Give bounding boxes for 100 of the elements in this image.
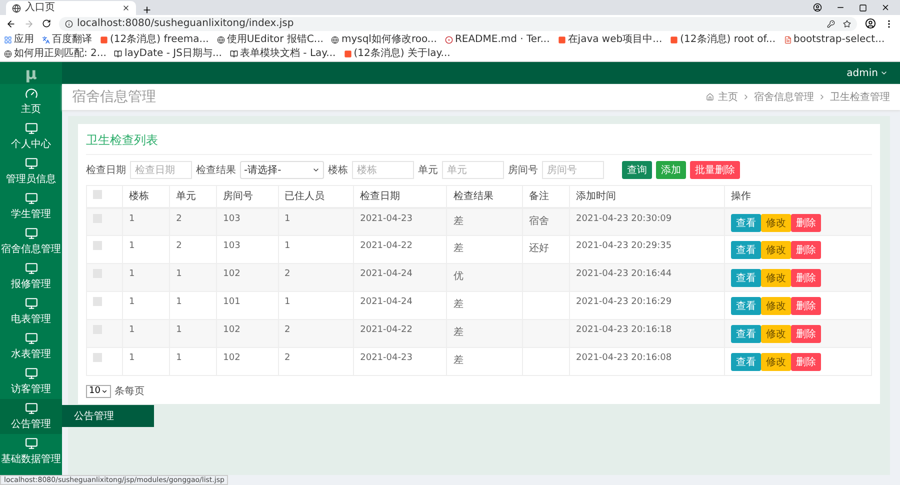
bookmark[interactable]: 使用UEditor 报错C... xyxy=(216,33,324,46)
select-field[interactable]: -请选择- xyxy=(240,161,324,179)
add-button[interactable]: 添加 xyxy=(656,161,686,179)
table-cell: 1 xyxy=(284,297,290,307)
input-field[interactable]: 房间号 xyxy=(542,161,604,179)
checkbox[interactable] xyxy=(93,353,102,362)
delete-button[interactable]: 删除 xyxy=(790,325,821,343)
bookmark[interactable]: 表单模块文档 - Lay... xyxy=(230,47,336,60)
bookmark[interactable]: layDate - JS日期与... xyxy=(114,47,222,60)
bookmark-icon xyxy=(100,36,108,44)
column-header: 检查结果 xyxy=(453,191,494,202)
delete-button[interactable]: 删除 xyxy=(790,214,821,232)
table-cell: 差 xyxy=(453,327,464,338)
delete-button[interactable]: 删除 xyxy=(790,241,821,259)
sidebar-item[interactable]: 访客管理 xyxy=(0,364,62,399)
filter-label: 楼栋 xyxy=(328,164,348,177)
delete-button[interactable]: 批量删除 xyxy=(690,161,740,179)
search-button[interactable]: 查询 xyxy=(622,161,652,179)
checkbox[interactable] xyxy=(93,190,102,200)
delete-button[interactable]: 删除 xyxy=(790,297,821,315)
bookmark[interactable]: 百度翻译 xyxy=(42,33,92,46)
bookmark[interactable]: 在java web项目中... xyxy=(558,33,662,46)
table-cell: 2021-04-23 xyxy=(360,214,412,224)
delete-button[interactable]: 删除 xyxy=(790,269,821,287)
table-cell: 2 xyxy=(284,353,290,363)
delete-button[interactable]: 删除 xyxy=(790,353,821,371)
bookmark[interactable]: mysql如何修改roo... xyxy=(331,33,437,46)
breadcrumb-item[interactable]: 宿舍信息管理 xyxy=(754,90,814,104)
page-size-select[interactable]: 10 xyxy=(86,384,112,398)
sidebar-item[interactable]: 报修管理 xyxy=(0,259,62,294)
table-cell: 差 xyxy=(453,243,464,254)
bookmark[interactable]: 应用 xyxy=(4,33,34,46)
edit-button[interactable]: 修改 xyxy=(760,353,791,371)
bookmark[interactable]: (12条消息) root of... xyxy=(670,33,776,46)
star-icon[interactable] xyxy=(843,20,851,28)
sidebar-item[interactable]: 学生管理 xyxy=(0,189,62,224)
user-menu[interactable]: admin xyxy=(846,68,888,78)
sidebar-item[interactable]: 宿舍信息管理 xyxy=(0,224,62,259)
back-icon[interactable] xyxy=(6,18,16,28)
view-button[interactable]: 查看 xyxy=(730,241,761,259)
table-cell: 101 xyxy=(223,297,240,307)
logo: μ xyxy=(0,62,62,84)
bookmark[interactable]: bootstrap-select... xyxy=(784,33,885,46)
table-cell: 1 xyxy=(129,241,135,251)
chevron-icon xyxy=(742,93,750,101)
sidebar-item[interactable]: 基础数据管理 xyxy=(0,434,62,469)
new-tab-icon[interactable] xyxy=(142,5,152,15)
reload-icon[interactable] xyxy=(42,19,51,28)
input-field[interactable]: 单元 xyxy=(442,161,504,179)
close-icon[interactable] xyxy=(122,4,130,12)
monitor-icon xyxy=(24,227,38,240)
view-button[interactable]: 查看 xyxy=(730,297,761,315)
table-cell: 103 xyxy=(223,214,240,224)
sidebar-item[interactable]: 水表管理 xyxy=(0,329,62,364)
bookmark[interactable]: 如何用正则匹配: 2... xyxy=(4,47,106,60)
profile-icon[interactable] xyxy=(813,3,822,12)
close-icon[interactable] xyxy=(881,3,890,12)
table-cell: 还好 xyxy=(528,243,549,254)
info-icon xyxy=(65,20,73,28)
sidebar-flyout[interactable]: 公告管理 xyxy=(62,405,154,427)
bookmark-icon xyxy=(558,36,566,44)
profile-icon[interactable] xyxy=(865,18,876,29)
sidebar-item[interactable]: 管理员信息 xyxy=(0,154,62,189)
view-button[interactable]: 查看 xyxy=(730,325,761,343)
table-cell: 1 xyxy=(176,269,182,279)
checkbox[interactable] xyxy=(93,241,102,250)
breadcrumb-item[interactable]: 主页 xyxy=(718,90,738,104)
view-button[interactable]: 查看 xyxy=(730,353,761,371)
globe-icon xyxy=(331,36,340,44)
table-cell: 1 xyxy=(284,241,290,251)
table-cell: 2021-04-22 xyxy=(360,241,412,251)
bookmark[interactable]: (12条消息) freema... xyxy=(100,33,209,46)
table-cell: 1 xyxy=(129,297,135,307)
input-field[interactable]: 楼栋 xyxy=(352,161,414,179)
document-icon xyxy=(784,36,792,44)
bookmark[interactable]: (12条消息) 关于lay... xyxy=(344,47,450,60)
sidebar-item[interactable]: 公告管理 xyxy=(0,399,62,434)
edit-button[interactable]: 修改 xyxy=(760,214,791,232)
table-cell: 2021-04-23 xyxy=(360,353,412,363)
table-cell: 2021-04-23 20:16:44 xyxy=(576,269,672,279)
maximize-icon[interactable] xyxy=(859,4,867,12)
address-field[interactable]: localhost:8080/susheguanlixitong/index.jsp xyxy=(59,16,857,30)
bookmark[interactable]: README.md · Ter... xyxy=(444,33,550,46)
table-cell: 2021-04-24 xyxy=(360,269,412,279)
key-icon[interactable] xyxy=(827,20,835,28)
table-cell: 1 xyxy=(284,214,290,224)
breadcrumb-item[interactable]: 卫生检查管理 xyxy=(830,90,890,104)
input-field[interactable]: 检查日期 xyxy=(130,161,192,179)
view-button[interactable]: 查看 xyxy=(730,269,761,287)
table-cell: 2021-04-24 xyxy=(360,297,412,307)
sidebar-item[interactable]: 电表管理 xyxy=(0,294,62,329)
browser-tab[interactable]: 入口页 xyxy=(6,1,136,15)
edit-button[interactable]: 修改 xyxy=(760,325,791,343)
checkbox[interactable] xyxy=(93,297,102,306)
edit-button[interactable]: 修改 xyxy=(760,269,791,287)
sidebar-item[interactable]: 主页 xyxy=(0,84,62,119)
sidebar-item[interactable]: 个人中心 xyxy=(0,119,62,154)
edit-button[interactable]: 修改 xyxy=(760,297,791,315)
edit-button[interactable]: 修改 xyxy=(760,241,791,259)
view-button[interactable]: 查看 xyxy=(730,214,761,232)
